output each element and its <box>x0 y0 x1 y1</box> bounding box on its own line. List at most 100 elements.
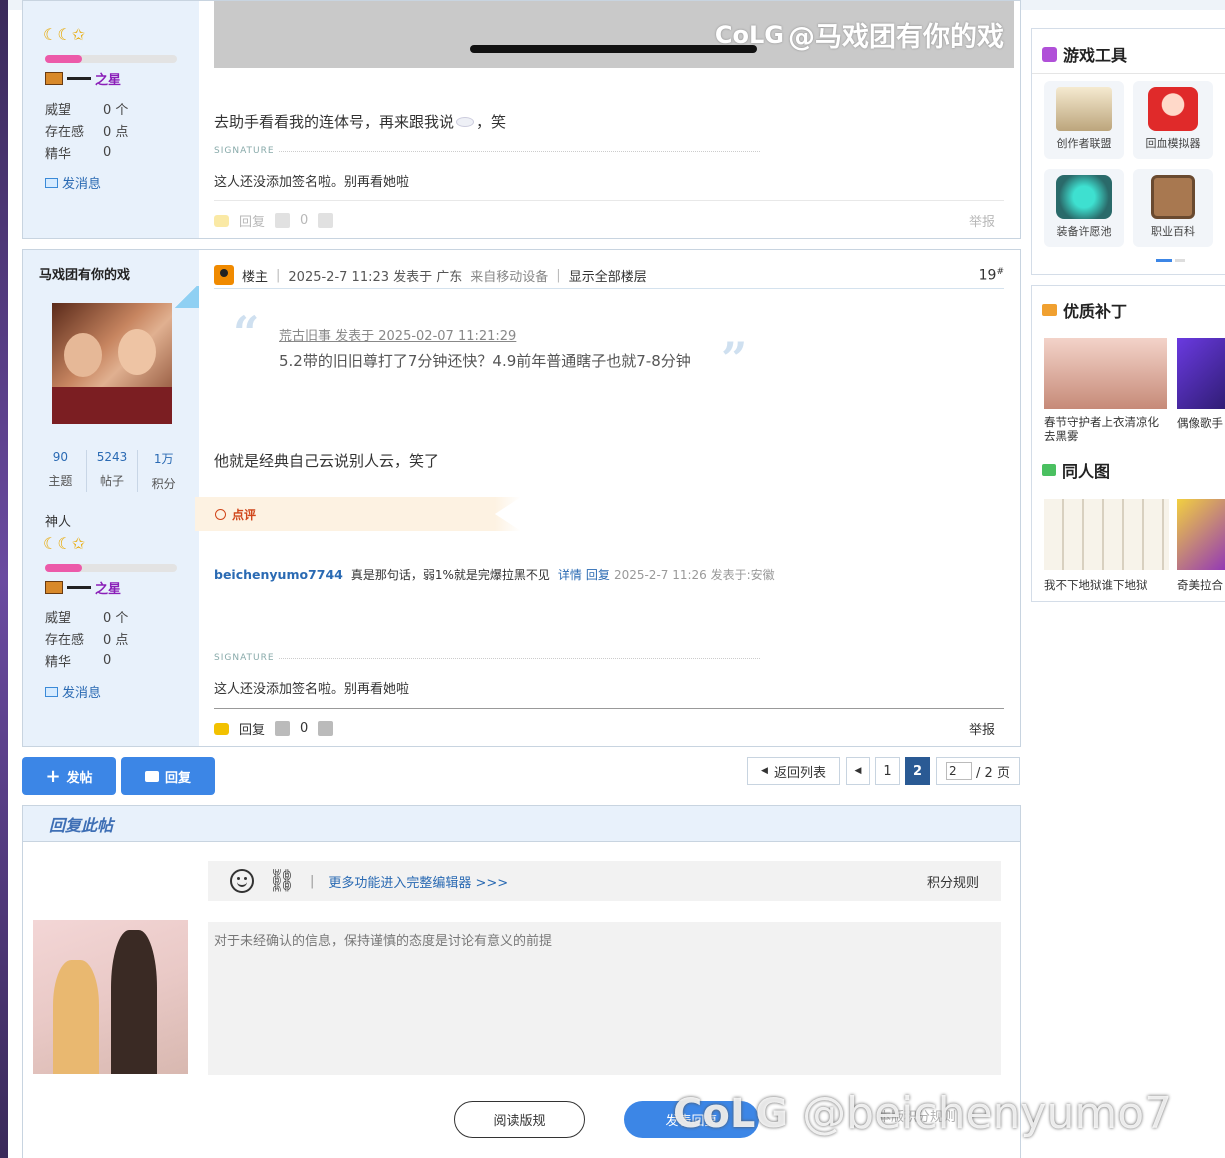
post-count[interactable]: 5243 <box>87 450 138 464</box>
quote-author[interactable]: 荒古旧事 发表于 2025-02-07 11:21:29 <box>279 325 516 344</box>
new-post-label: 发帖 <box>66 770 93 786</box>
credit-count[interactable]: 1万 <box>138 450 189 467</box>
stat-value: 0 个 <box>103 610 129 626</box>
smiley-icon[interactable] <box>230 869 254 893</box>
camera-icon <box>1042 304 1057 316</box>
floor-number[interactable]: 19 <box>979 267 997 283</box>
caret-left-icon: ◀ <box>854 766 862 776</box>
patch-caption-1[interactable]: 春节守护者上衣清凉化去黑雾 <box>1044 415 1170 443</box>
stat-value: 0 <box>103 144 112 160</box>
topic-count[interactable]: 90 <box>35 450 86 464</box>
thumb-down-icon[interactable] <box>318 721 334 736</box>
badge-label: 之星 <box>95 73 122 88</box>
tools-title: 游戏工具 <box>1063 46 1128 65</box>
post-label: 帖子 <box>100 474 125 488</box>
patch-thumb-1[interactable] <box>1044 338 1167 409</box>
send-message-link[interactable]: 发消息 <box>45 173 101 192</box>
show-all-floors-link[interactable]: 显示全部楼层 <box>569 266 647 285</box>
author-name[interactable]: 马戏团有你的戏 <box>39 264 130 283</box>
watermark-handle: @beichenyumo7 <box>802 1088 1173 1139</box>
report-link[interactable]: 举报 <box>969 211 995 230</box>
user-title: 神人 <box>45 515 72 530</box>
post-2: 马戏团有你的戏 90 主题 5243 帖子 1万 积分 神人 ☾☾✩ 之星 威望 0 个… <box>22 249 1021 747</box>
bottom-watermark: CoLG @beichenyumo7 <box>673 1088 1172 1139</box>
total-pages: / 2 页 <box>976 765 1010 781</box>
thumb-up-icon[interactable] <box>275 721 291 736</box>
back-to-list-button[interactable]: ◀ 返回列表 <box>747 757 840 785</box>
tool-label: 创作者联盟 <box>1056 137 1112 150</box>
comment-tag-label: 点评 <box>232 507 257 522</box>
tool-creator-alliance[interactable]: 创作者联盟 <box>1044 81 1124 159</box>
stat-key: 精华 <box>45 146 72 162</box>
stat-key: 存在感 <box>45 124 85 140</box>
patch-thumb-2[interactable] <box>1177 338 1225 409</box>
tool-class-wiki[interactable]: 职业百科 <box>1133 169 1213 247</box>
avatar[interactable] <box>52 303 172 424</box>
post-2-author-panel: 马戏团有你的戏 90 主题 5243 帖子 1万 积分 神人 ☾☾✩ 之星 威望 0 个… <box>23 250 199 746</box>
fan-thumb-1[interactable] <box>1044 499 1169 570</box>
badge-label: 之星 <box>95 582 122 597</box>
envelope-icon <box>45 686 58 697</box>
tools-card: 游戏工具 创作者联盟 回血模拟器 装备许愿池 职业百科 <box>1031 28 1225 275</box>
reply-icon <box>214 214 229 227</box>
back-label: 返回列表 <box>773 765 826 781</box>
send-message-label: 发消息 <box>62 686 102 701</box>
post-header: 楼主 | 2025-2-7 11:23 发表于 广东 来自移动设备 | 显示全部… <box>214 262 1004 288</box>
commenter-name[interactable]: beichenyumo7744 <box>214 567 343 582</box>
comment-tag: 点评 <box>195 497 521 531</box>
post-1-author-panel: ☾☾✩ 之星 威望 0 个 存在感 0 点 精华 0 发消息 <box>23 1 199 238</box>
signature-text: 这人还没添加签名啦。别再看她啦 <box>214 682 410 697</box>
stat-row: 存在感 0 点 <box>45 627 128 649</box>
comment-circle-icon <box>215 508 226 520</box>
fan-caption-2[interactable]: 奇美拉合 <box>1177 577 1225 593</box>
image-watermark: @马戏团有你的戏 <box>788 22 1004 53</box>
page-1-label: 1 <box>883 763 892 779</box>
character-icon <box>1148 87 1198 131</box>
medal-badge: 之星 <box>45 69 121 88</box>
send-message-link[interactable]: 发消息 <box>45 682 101 701</box>
owner-label: 楼主 <box>242 269 269 285</box>
reply-icon <box>214 722 229 735</box>
fan-caption-1[interactable]: 我不下地狱谁下地狱 <box>1044 577 1148 593</box>
report-link[interactable]: 举报 <box>969 719 995 738</box>
reply-post-button[interactable]: 回复 <box>121 757 215 795</box>
tool-hp-simulator[interactable]: 回血模拟器 <box>1133 81 1213 159</box>
level-progress <box>45 564 177 572</box>
carousel-indicator[interactable] <box>1175 259 1185 262</box>
stat-key: 威望 <box>45 610 72 626</box>
comment-icon <box>144 770 159 782</box>
quote-open-icon: “ <box>233 306 260 360</box>
signature-divider: SIGNATURE <box>214 653 760 663</box>
tools-icon <box>1042 46 1057 62</box>
signature-label: SIGNATURE <box>214 146 275 156</box>
stat-key: 精华 <box>45 654 72 670</box>
full-editor-link[interactable]: 更多功能进入完整编辑器 >>> <box>328 872 508 891</box>
comment-text: 真是那句话，弱1%就是完爆拉黑不见 <box>350 568 550 582</box>
thumb-up-icon[interactable] <box>275 213 291 228</box>
comment-detail-link[interactable]: 详情 <box>558 566 582 583</box>
link-icon[interactable]: ⛓ <box>268 869 296 894</box>
device-label: 来自移动设备 <box>470 269 549 285</box>
reply-panel: 回复此帖 ⛓ | 更多功能进入完整编辑器 >>> 积分规则 对于未经确认的信息，… <box>22 805 1172 1158</box>
reply-button[interactable]: 回复 <box>239 211 265 230</box>
page-input[interactable]: 2 <box>946 762 973 780</box>
new-post-button[interactable]: + 发帖 <box>22 757 116 795</box>
arrow-icon <box>67 77 91 80</box>
fan-thumb-2[interactable] <box>1177 499 1225 570</box>
window-edge <box>0 0 8 1158</box>
stat-value: 0 点 <box>103 124 129 140</box>
comment-reply-link[interactable]: 回复 <box>586 566 610 583</box>
book-icon <box>45 581 63 594</box>
credit-rules-link[interactable]: 积分规则 <box>927 872 979 891</box>
page-1-link[interactable]: 1 <box>875 757 900 785</box>
tool-wish-pool[interactable]: 装备许愿池 <box>1044 169 1124 247</box>
reply-textarea[interactable]: 对于未经确认的信息，保持谨慎的态度是讨论有意义的前提 <box>208 922 1001 1075</box>
thumb-down-icon[interactable] <box>318 213 334 228</box>
reply-button[interactable]: 回复 <box>239 719 265 738</box>
patch-caption-2[interactable]: 偶像歌手 <box>1177 415 1225 431</box>
read-rules-button[interactable]: 阅读版规 <box>454 1101 585 1138</box>
stat-row: 威望 0 个 <box>45 605 128 627</box>
prev-page-button[interactable]: ◀ <box>846 757 870 785</box>
caret-left-icon: ◀ <box>761 766 768 776</box>
carousel-indicator[interactable] <box>1156 259 1172 262</box>
